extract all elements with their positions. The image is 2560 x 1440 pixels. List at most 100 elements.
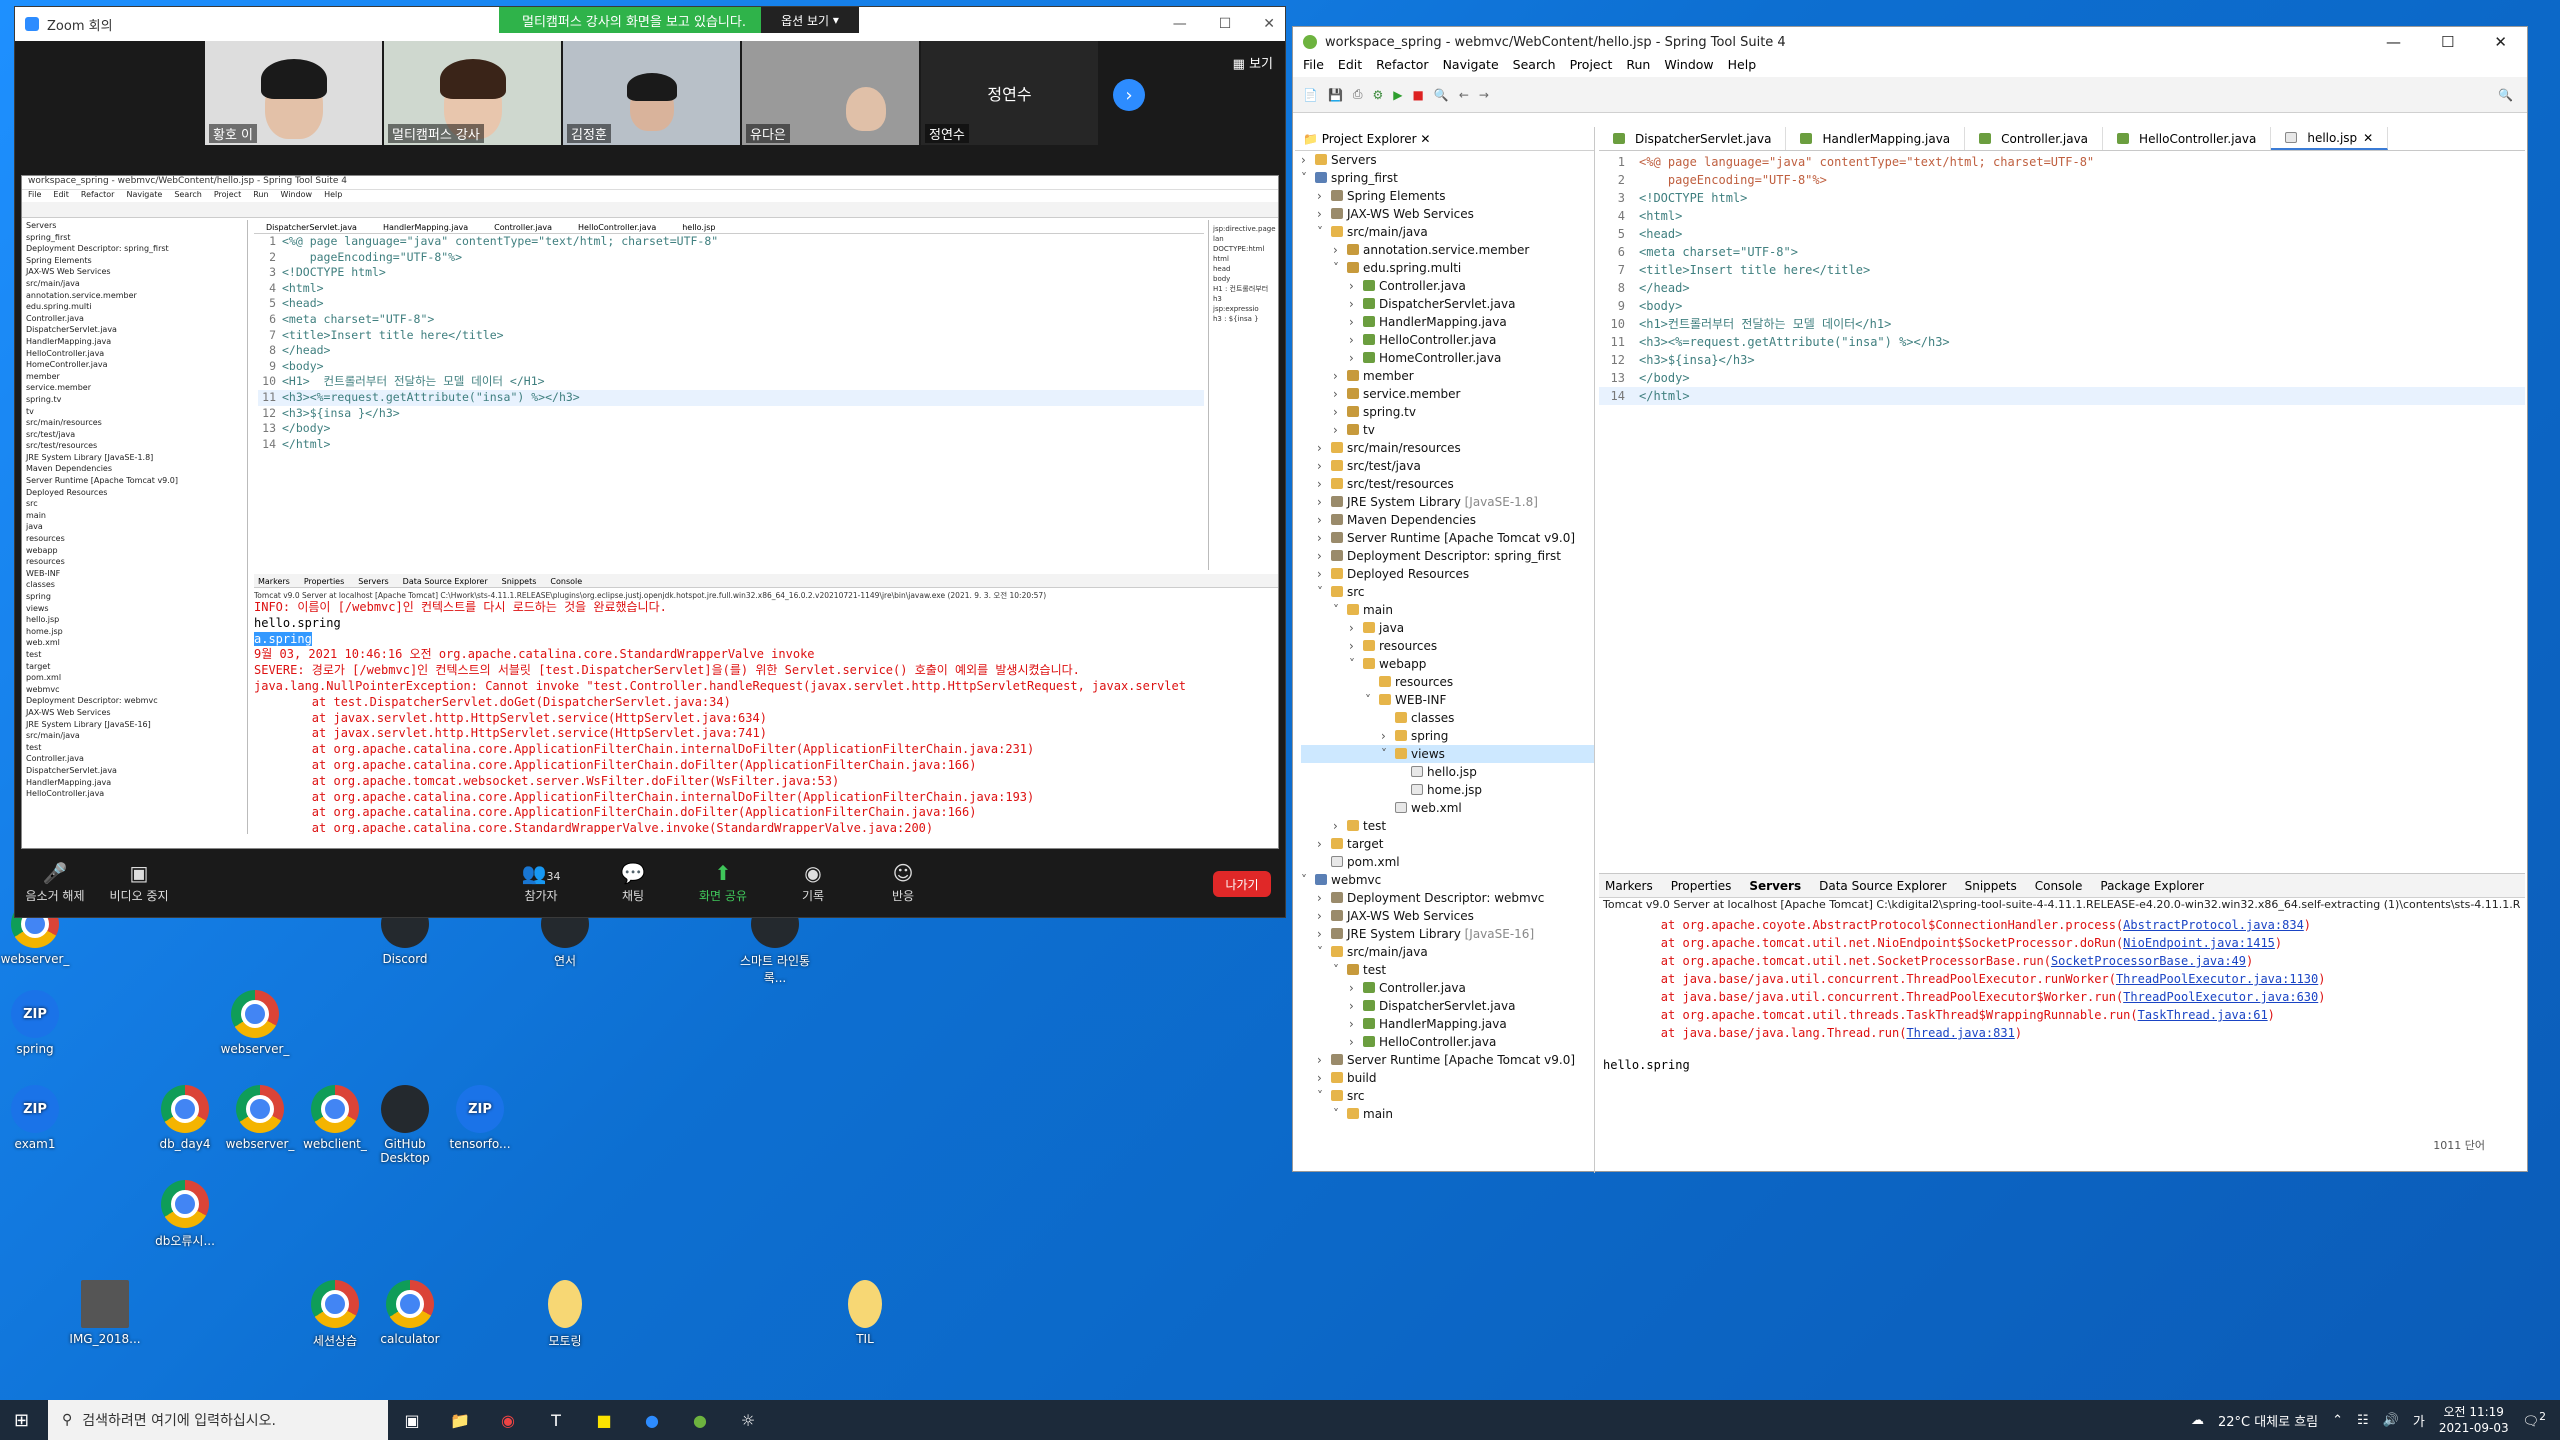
tree-item[interactable]: › Server Runtime [Apache Tomcat v9.0] [1301, 529, 1594, 547]
chevron-icon[interactable]: › [1349, 313, 1363, 331]
chevron-icon[interactable]: › [1317, 493, 1331, 511]
chevron-icon[interactable]: › [1349, 997, 1363, 1015]
tree-item[interactable]: › Deployment Descriptor: spring_first [1301, 547, 1594, 565]
tree-item[interactable]: ˅ src [1301, 1087, 1594, 1105]
maximize-icon[interactable]: ☐ [2441, 33, 2454, 51]
tree-item[interactable]: › tv [1301, 421, 1594, 439]
sts-titlebar[interactable]: workspace_spring - webmvc/WebContent/hel… [1293, 27, 2527, 57]
chevron-icon[interactable]: › [1317, 565, 1331, 583]
chevron-icon[interactable]: › [1317, 889, 1331, 907]
console-tab[interactable]: Servers [1749, 879, 1801, 893]
tree-item[interactable]: test [26, 742, 247, 754]
editor-tab[interactable]: HelloController.java [2103, 127, 2272, 150]
task-view-icon[interactable]: ▣ [388, 1400, 436, 1440]
stack-link[interactable]: ThreadPoolExecutor.java:1130 [2116, 972, 2318, 986]
desktop-icon[interactable]: ZIP tensorfo... [440, 1085, 520, 1151]
tree-item[interactable]: ˅ views [1301, 745, 1594, 763]
tree-item[interactable]: Server Runtime [Apache Tomcat v9.0] [26, 475, 247, 487]
editor-tab[interactable]: DispatcherServlet.java [1599, 127, 1787, 150]
console-tab[interactable]: Console [550, 574, 582, 587]
stack-link[interactable]: TaskThread.java:61 [2138, 1008, 2268, 1022]
chevron-icon[interactable]: › [1349, 1033, 1363, 1051]
chrome-icon[interactable]: ◉ [484, 1400, 532, 1440]
tree-item[interactable]: › resources [1301, 637, 1594, 655]
chevron-icon[interactable]: › [1333, 385, 1347, 403]
outline-item[interactable]: H1 : 컨트롤러부터 [1213, 284, 1276, 294]
editor-tab[interactable]: Controller.java [1965, 127, 2104, 150]
menu-item[interactable]: Run [1626, 57, 1650, 77]
menu-item[interactable]: Window [1664, 57, 1713, 77]
chevron-icon[interactable]: › [1317, 439, 1331, 457]
new-icon[interactable]: 📄 [1303, 88, 1318, 102]
chevron-icon[interactable]: › [1317, 907, 1331, 925]
outline-item[interactable]: body [1213, 274, 1276, 284]
console-tab[interactable]: Properties [1671, 879, 1732, 893]
outline-item[interactable]: h3 [1213, 294, 1276, 304]
desktop-icon[interactable]: GitHub Desktop [365, 1085, 445, 1165]
tree-item[interactable]: resources [26, 556, 247, 568]
chevron-icon[interactable]: › [1317, 547, 1331, 565]
menu-item[interactable]: Refactor [1376, 57, 1428, 77]
tree-item[interactable]: service.member [26, 382, 247, 394]
tree-item[interactable]: › src/test/java [1301, 457, 1594, 475]
tree-item[interactable]: › JAX-WS Web Services [1301, 205, 1594, 223]
chevron-icon[interactable]: › [1333, 241, 1347, 259]
view-options-button[interactable]: 옵션 보기 ▾ [761, 7, 859, 33]
tree-item[interactable]: › HandlerMapping.java [1301, 1015, 1594, 1033]
tree-item[interactable]: › annotation.service.member [1301, 241, 1594, 259]
stack-link[interactable]: ThreadPoolExecutor.java:630 [2123, 990, 2318, 1004]
participant-video[interactable]: 정연수 정연수 [921, 41, 1098, 145]
tree-item[interactable]: Deployment Descriptor: webmvc [26, 695, 247, 707]
tree-item[interactable]: spring.tv [26, 394, 247, 406]
tree-item[interactable]: › HelloController.java [1301, 331, 1594, 349]
tree-item[interactable]: pom.xml [1301, 853, 1594, 871]
tree-item[interactable]: WEB-INF [26, 568, 247, 580]
participant-video[interactable]: 황호 이 [205, 41, 382, 145]
tree-item[interactable]: member [26, 371, 247, 383]
menu-item[interactable]: Refactor [81, 190, 115, 202]
tree-item[interactable]: tv [26, 406, 247, 418]
tree-item[interactable]: spring_first [26, 232, 247, 244]
tree-item[interactable]: ˅ src/main/java [1301, 223, 1594, 241]
menu-item[interactable]: Navigate [126, 190, 162, 202]
search-icon[interactable]: 🔍 [1434, 88, 1449, 102]
tree-item[interactable]: › Server Runtime [Apache Tomcat v9.0] [1301, 1051, 1594, 1069]
chevron-icon[interactable]: › [1317, 1069, 1331, 1087]
tree-item[interactable]: hello.jsp [26, 614, 247, 626]
chevron-icon[interactable]: › [1317, 1051, 1331, 1069]
editor-tab[interactable]: HandlerMapping.java [1786, 127, 1966, 150]
menu-item[interactable]: Search [1513, 57, 1556, 77]
weather-icon[interactable]: ☁ [2191, 1413, 2204, 1428]
chevron-icon[interactable]: › [1317, 529, 1331, 547]
menu-item[interactable]: Run [253, 190, 268, 202]
notification-icon[interactable]: 🗨2 [2523, 1410, 2546, 1429]
tree-item[interactable]: ˅ edu.spring.multi [1301, 259, 1594, 277]
search-icon[interactable]: 🔍 [2498, 88, 2513, 102]
desktop-icon[interactable]: IMG_2018... [65, 1280, 145, 1346]
close-icon[interactable]: ✕ [2363, 131, 2373, 145]
mute-button[interactable]: 🎤 음소거 해제 [15, 861, 95, 904]
chevron-icon[interactable]: › [1381, 727, 1395, 745]
menu-item[interactable]: Navigate [1443, 57, 1499, 77]
chevron-icon[interactable]: › [1317, 925, 1331, 943]
menu-item[interactable]: Search [174, 190, 201, 202]
desktop-icon[interactable]: webserver_ [220, 1085, 300, 1151]
chevron-icon[interactable]: ˅ [1317, 583, 1331, 601]
run-icon[interactable]: ▶ [1393, 88, 1402, 102]
tree-item[interactable]: Spring Elements [26, 255, 247, 267]
sts-icon[interactable]: ● [676, 1400, 724, 1440]
editor-tab[interactable]: hello.jsp ✕ [2271, 127, 2389, 150]
tree-item[interactable]: src/main/resources [26, 417, 247, 429]
participants-button[interactable]: 👥34 참가자 [501, 861, 581, 904]
tree-item[interactable]: › target [1301, 835, 1594, 853]
chevron-icon[interactable]: › [1349, 277, 1363, 295]
search-box[interactable]: ⚲ 검색하려면 여기에 입력하십시오. [48, 1400, 388, 1440]
menu-item[interactable]: File [28, 190, 41, 202]
chevron-icon[interactable]: ˅ [1381, 745, 1395, 763]
tree-item[interactable]: Controller.java [26, 313, 247, 325]
outline-item[interactable]: jsp:directive.page lan [1213, 224, 1276, 244]
chevron-icon[interactable]: › [1317, 457, 1331, 475]
stack-link[interactable]: AbstractProtocol.java:834 [2123, 918, 2304, 932]
start-icon[interactable]: ⊞ [14, 1410, 29, 1431]
leave-button[interactable]: 나가기 [1213, 871, 1271, 897]
